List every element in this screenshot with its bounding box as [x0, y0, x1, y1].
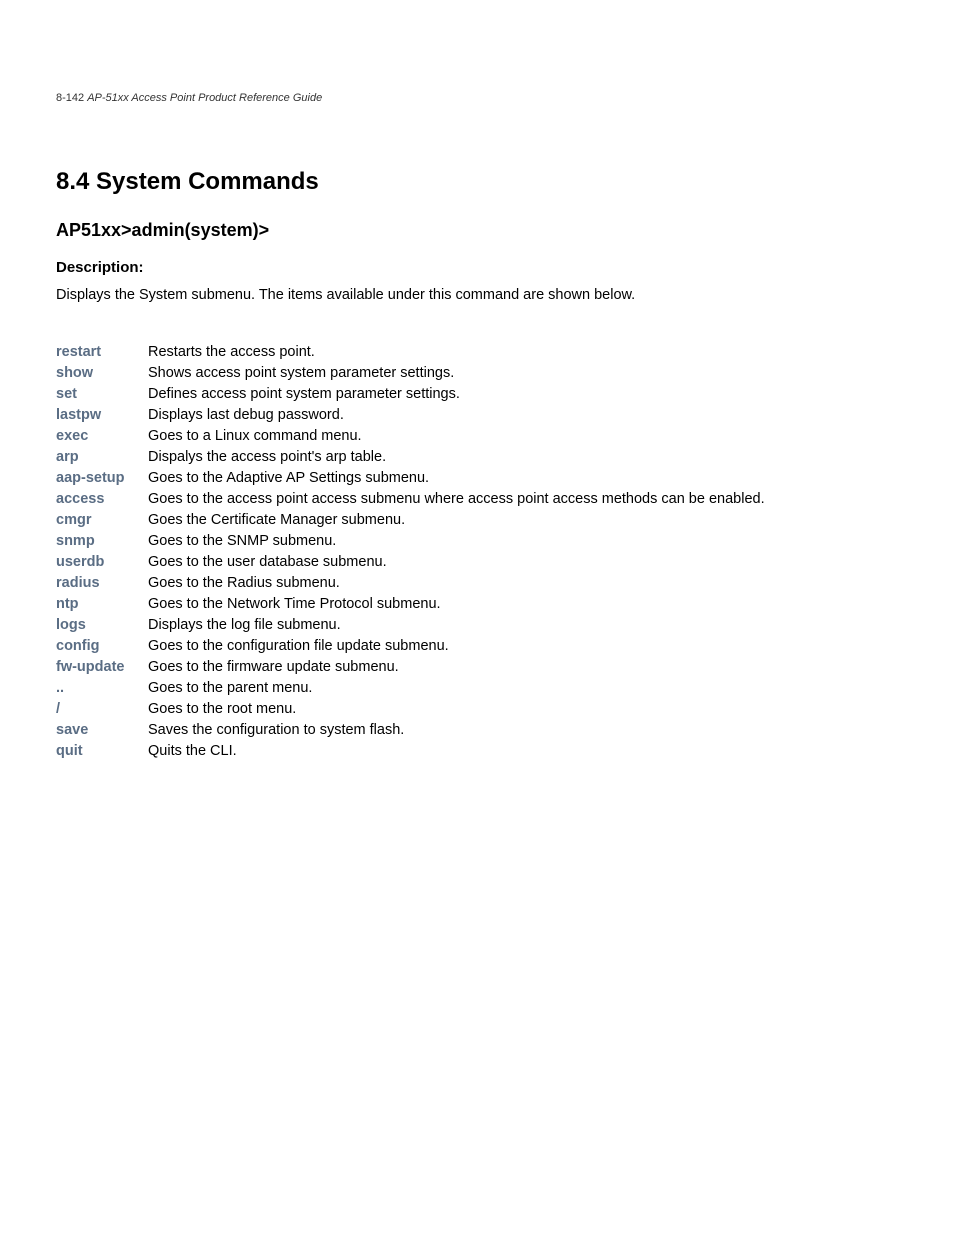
command-description: Goes to a Linux command menu. — [148, 426, 765, 447]
command-name: .. — [56, 678, 148, 699]
table-row: restartRestarts the access point. — [56, 342, 765, 363]
table-row: showShows access point system parameter … — [56, 363, 765, 384]
command-description: Goes to the root menu. — [148, 699, 765, 720]
command-name: / — [56, 699, 148, 720]
table-row: cmgrGoes the Certificate Manager submenu… — [56, 510, 765, 531]
command-name: snmp — [56, 531, 148, 552]
table-row: aap-setupGoes to the Adaptive AP Setting… — [56, 468, 765, 489]
table-row: /Goes to the root menu. — [56, 699, 765, 720]
table-row: setDefines access point system parameter… — [56, 384, 765, 405]
command-description: Goes to the firmware update submenu. — [148, 657, 765, 678]
command-name: save — [56, 720, 148, 741]
command-description: Goes to the parent menu. — [148, 678, 765, 699]
command-name: show — [56, 363, 148, 384]
table-row: fw-updateGoes to the firmware update sub… — [56, 657, 765, 678]
command-name: aap-setup — [56, 468, 148, 489]
command-description: Goes to the Adaptive AP Settings submenu… — [148, 468, 765, 489]
command-description: Goes to the configuration file update su… — [148, 636, 765, 657]
description-body: Displays the System submenu. The items a… — [56, 286, 898, 306]
command-name: radius — [56, 573, 148, 594]
command-description: Shows access point system parameter sett… — [148, 363, 765, 384]
running-header: 8-142 AP-51xx Access Point Product Refer… — [56, 92, 898, 104]
page-number: 8-142 — [56, 92, 84, 104]
command-name: exec — [56, 426, 148, 447]
command-description: Goes to the user database submenu. — [148, 552, 765, 573]
doc-title: AP-51xx Access Point Product Reference G… — [87, 92, 322, 104]
command-description: Restarts the access point. — [148, 342, 765, 363]
command-name: logs — [56, 615, 148, 636]
command-name: arp — [56, 447, 148, 468]
description-label: Description: — [56, 259, 898, 276]
command-description: Goes to the access point access submenu … — [148, 489, 765, 510]
command-name: ntp — [56, 594, 148, 615]
table-row: execGoes to a Linux command menu. — [56, 426, 765, 447]
command-description: Dispalys the access point's arp table. — [148, 447, 765, 468]
command-description: Goes the Certificate Manager submenu. — [148, 510, 765, 531]
table-row: configGoes to the configuration file upd… — [56, 636, 765, 657]
command-description: Quits the CLI. — [148, 741, 765, 762]
command-name: restart — [56, 342, 148, 363]
command-table: restartRestarts the access point.showSho… — [56, 342, 765, 762]
command-name: config — [56, 636, 148, 657]
table-row: accessGoes to the access point access su… — [56, 489, 765, 510]
command-description: Displays the log file submenu. — [148, 615, 765, 636]
table-row: arpDispalys the access point's arp table… — [56, 447, 765, 468]
command-name: lastpw — [56, 405, 148, 426]
table-row: quitQuits the CLI. — [56, 741, 765, 762]
table-row: lastpwDisplays last debug password. — [56, 405, 765, 426]
table-row: logsDisplays the log file submenu. — [56, 615, 765, 636]
table-row: saveSaves the configuration to system fl… — [56, 720, 765, 741]
page-body: 8-142 AP-51xx Access Point Product Refer… — [0, 0, 954, 818]
section-heading: 8.4 System Commands — [56, 168, 898, 196]
command-name: quit — [56, 741, 148, 762]
command-description: Displays last debug password. — [148, 405, 765, 426]
table-row: userdbGoes to the user database submenu. — [56, 552, 765, 573]
command-description: Goes to the SNMP submenu. — [148, 531, 765, 552]
command-name: userdb — [56, 552, 148, 573]
command-description: Goes to the Radius submenu. — [148, 573, 765, 594]
table-row: radiusGoes to the Radius submenu. — [56, 573, 765, 594]
command-name: set — [56, 384, 148, 405]
command-description: Goes to the Network Time Protocol submen… — [148, 594, 765, 615]
command-description: Saves the configuration to system flash. — [148, 720, 765, 741]
table-row: ntpGoes to the Network Time Protocol sub… — [56, 594, 765, 615]
cli-prompt: AP51xx>admin(system)> — [56, 220, 898, 241]
command-name: access — [56, 489, 148, 510]
command-name: cmgr — [56, 510, 148, 531]
command-name: fw-update — [56, 657, 148, 678]
table-row: ..Goes to the parent menu. — [56, 678, 765, 699]
table-row: snmpGoes to the SNMP submenu. — [56, 531, 765, 552]
command-description: Defines access point system parameter se… — [148, 384, 765, 405]
